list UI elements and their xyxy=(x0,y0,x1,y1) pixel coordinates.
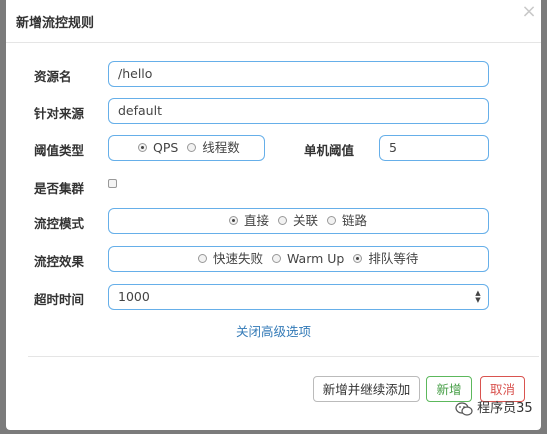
modal-header: 新增流控规则 × xyxy=(6,0,541,43)
radio-relate-label: 关联 xyxy=(292,213,318,228)
cluster-label: 是否集群 xyxy=(34,181,85,196)
threshold-type-label: 阈值类型 xyxy=(34,143,85,158)
radio-unchecked-icon xyxy=(198,254,207,263)
save-and-continue-button[interactable]: 新增并继续添加 xyxy=(313,376,420,402)
radio-queue-label: 排队等待 xyxy=(368,251,419,266)
radio-chain[interactable]: 链路 xyxy=(326,209,367,233)
radio-thread-count[interactable]: 线程数 xyxy=(187,136,240,160)
limit-app-label: 针对来源 xyxy=(34,106,85,121)
control-effect-row: 流控效果 快速失败 Warm Up 排队等待 xyxy=(6,246,541,272)
radio-fail-fast[interactable]: 快速失败 xyxy=(198,247,263,271)
limit-app-row: 针对来源 default xyxy=(6,98,541,124)
timeout-value: 1000 xyxy=(118,289,150,304)
resource-row: 资源名 /hello xyxy=(6,61,541,87)
radio-direct-label: 直接 xyxy=(243,213,269,228)
watermark-text: 程序员35 xyxy=(477,401,533,416)
close-icon[interactable]: × xyxy=(520,3,538,21)
modal-title: 新增流控规则 xyxy=(16,16,95,31)
number-spinner-icon[interactable]: ▲ ▼ xyxy=(474,290,482,304)
control-mode-label: 流控模式 xyxy=(34,216,85,231)
timeout-label: 超时时间 xyxy=(34,292,85,307)
radio-qps-label: QPS xyxy=(152,140,179,155)
limit-app-input[interactable]: default xyxy=(108,98,489,124)
resource-input[interactable]: /hello xyxy=(108,61,489,87)
control-effect-label: 流控效果 xyxy=(34,254,85,269)
threshold-type-radio-group: QPS 线程数 xyxy=(108,135,265,161)
threshold-row: 阈值类型 QPS 线程数 单机阈值 5 xyxy=(6,135,541,161)
cancel-button[interactable]: 取消 xyxy=(480,376,525,402)
toggle-advanced-link[interactable]: 关闭高级选项 xyxy=(6,321,541,340)
radio-checked-icon xyxy=(229,216,238,225)
radio-unchecked-icon xyxy=(187,143,197,152)
watermark: 程序员35 xyxy=(455,400,533,418)
threshold-input[interactable]: 5 xyxy=(379,135,489,161)
wechat-icon xyxy=(455,401,473,416)
add-button[interactable]: 新增 xyxy=(426,376,472,402)
threshold-label: 单机阈值 xyxy=(304,143,355,158)
radio-qps[interactable]: QPS xyxy=(138,136,178,160)
radio-fail-fast-label: 快速失败 xyxy=(212,251,263,266)
footer-divider xyxy=(28,356,539,357)
radio-chain-label: 链路 xyxy=(341,213,367,228)
radio-direct[interactable]: 直接 xyxy=(229,209,269,233)
radio-unchecked-icon xyxy=(326,216,336,225)
timeout-input[interactable]: 1000 ▲ ▼ xyxy=(108,284,489,310)
radio-checked-icon xyxy=(138,143,147,152)
radio-queue[interactable]: 排队等待 xyxy=(353,247,418,271)
radio-warm-up[interactable]: Warm Up xyxy=(271,247,345,271)
resource-label: 资源名 xyxy=(34,69,72,84)
control-mode-row: 流控模式 直接 关联 链路 xyxy=(6,208,541,234)
cluster-row: 是否集群 xyxy=(6,173,541,199)
radio-checked-icon xyxy=(353,254,363,263)
radio-warm-up-label: Warm Up xyxy=(286,251,345,266)
radio-thread-count-label: 线程数 xyxy=(202,140,240,155)
radio-relate[interactable]: 关联 xyxy=(277,209,318,233)
control-mode-radio-group: 直接 关联 链路 xyxy=(108,208,489,234)
cluster-checkbox[interactable] xyxy=(108,179,117,188)
timeout-row: 超时时间 1000 ▲ ▼ xyxy=(6,284,541,310)
add-flow-rule-dialog: 新增流控规则 × 资源名 /hello 针对来源 default 阈值类型 QP… xyxy=(6,0,541,430)
radio-unchecked-icon xyxy=(277,216,287,225)
radio-unchecked-icon xyxy=(271,254,281,263)
control-effect-radio-group: 快速失败 Warm Up 排队等待 xyxy=(108,246,489,272)
